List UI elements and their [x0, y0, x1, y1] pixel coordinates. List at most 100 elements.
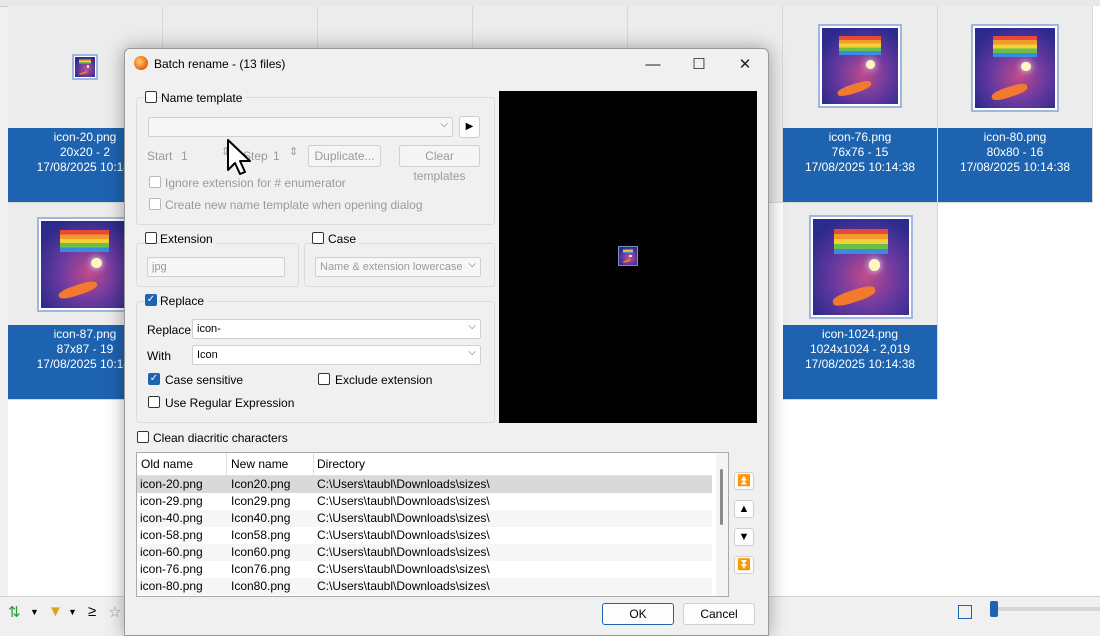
dialog-title: Batch rename - (13 files) — [154, 57, 286, 71]
extension-label: Extension — [160, 232, 216, 246]
chevron-down-icon: ⌵ — [440, 119, 448, 130]
start-label: Start — [147, 149, 173, 163]
thumbnail-image — [818, 24, 902, 108]
zoom-slider[interactable] — [990, 607, 1100, 611]
create-new-template-checkbox[interactable] — [149, 198, 161, 210]
replace-field-label: Replace — [147, 323, 192, 337]
exclude-extension-checkbox[interactable] — [318, 373, 330, 385]
chevron-down-icon[interactable]: ▼ — [30, 607, 39, 617]
clear-templates-button[interactable]: Clear templates — [399, 145, 480, 183]
chevron-down-icon: ⌵ — [468, 259, 476, 270]
app-icon — [134, 56, 148, 70]
rename-list[interactable]: Old name New name Directory icon-20.png I… — [136, 452, 729, 597]
thumbnail-icon-80[interactable]: icon-80.png 80x80 - 16 17/08/2025 10:14:38 — [938, 6, 1093, 203]
ignore-extension-label: Ignore extension for # enumerator — [165, 176, 346, 190]
extension-input[interactable]: jpg — [147, 257, 285, 277]
case-checkbox[interactable] — [312, 232, 324, 244]
step-input[interactable]: 1 — [273, 149, 280, 163]
old-name-cell: icon-40.png — [140, 511, 203, 525]
thumbnail-image — [72, 54, 98, 80]
thumbnail-icon-76[interactable]: icon-76.png 76x76 - 15 17/08/2025 10:14:38 — [783, 6, 938, 203]
thumbnail-size-icon[interactable] — [958, 605, 972, 619]
table-row[interactable]: icon-76.png Icon76.png C:\Users\taubl\Down… — [137, 561, 712, 578]
chevron-down-icon: ⌵ — [468, 321, 476, 332]
thumbnail-image — [37, 217, 132, 312]
list-scrollbar[interactable] — [716, 453, 728, 596]
play-icon[interactable]: ▶ — [459, 116, 480, 138]
clean-diacritic-label: Clean diacritic characters — [153, 431, 288, 445]
zoom-slider-thumb[interactable] — [990, 601, 998, 617]
old-name-cell: icon-80.png — [140, 579, 203, 593]
cancel-button[interactable]: Cancel — [683, 603, 755, 625]
filter-icon[interactable]: ▼ — [48, 603, 63, 620]
column-directory[interactable]: Directory — [317, 457, 365, 471]
replace-checkbox[interactable]: ✓ — [145, 294, 157, 306]
greater-equal-icon[interactable]: ≥ — [88, 603, 96, 620]
thumbnail-caption: icon-1024.png 1024x1024 - 2,019 17/08/2025… — [783, 325, 937, 399]
thumbnail-icon-1024[interactable]: icon-1024.png 1024x1024 - 2,019 17/08/2025… — [783, 203, 938, 400]
image-preview — [499, 91, 757, 423]
case-sensitive-label: Case sensitive — [165, 373, 244, 387]
with-input-value: Icon — [197, 349, 218, 361]
name-template-combo[interactable]: ⌵ — [148, 117, 453, 137]
old-name-cell: icon-76.png — [140, 562, 203, 576]
mouse-cursor-icon — [227, 139, 251, 175]
replace-label: Replace — [160, 294, 208, 308]
sort-icon[interactable]: ⇅ — [8, 603, 21, 621]
create-new-template-label: Create new name template when opening di… — [165, 198, 423, 212]
old-name-cell: icon-29.png — [140, 494, 203, 508]
new-name-cell: Icon20.png — [231, 477, 291, 491]
chevron-down-icon[interactable]: ▼ — [68, 607, 77, 617]
ok-button[interactable]: OK — [602, 603, 674, 625]
column-separator[interactable] — [226, 453, 227, 475]
thumbnail-caption: icon-80.png 80x80 - 16 17/08/2025 10:14:38 — [938, 128, 1092, 202]
replace-input[interactable]: icon- ⌵ — [192, 319, 481, 339]
move-down-icon[interactable]: ▼ — [734, 528, 754, 546]
directory-cell: C:\Users\taubl\Downloads\sizes\ — [317, 511, 490, 525]
move-up-icon[interactable]: ▲ — [734, 500, 754, 518]
table-row[interactable]: icon-29.png Icon29.png C:\Users\taubl\Down… — [137, 493, 712, 510]
column-old-name[interactable]: Old name — [141, 457, 193, 471]
table-row[interactable]: icon-80.png Icon80.png C:\Users\taubl\Down… — [137, 578, 712, 595]
case-select-value: Name & extension lowercase — [320, 261, 463, 273]
name-template-checkbox[interactable] — [145, 91, 157, 103]
preview-image — [618, 246, 638, 266]
table-row[interactable]: icon-60.png Icon60.png C:\Users\taubl\Down… — [137, 544, 712, 561]
column-new-name[interactable]: New name — [231, 457, 288, 471]
maximize-icon[interactable]: ☐ — [676, 49, 722, 80]
old-name-cell: icon-20.png — [140, 477, 203, 491]
thumbnail-caption: icon-76.png 76x76 - 15 17/08/2025 10:14:38 — [783, 128, 937, 202]
step-spinner[interactable]: ⇕ — [289, 145, 298, 158]
case-label: Case — [328, 232, 360, 246]
clean-diacritic-checkbox[interactable] — [137, 431, 149, 443]
new-name-cell: Icon58.png — [231, 528, 291, 542]
scrollbar-thumb[interactable] — [720, 469, 723, 525]
duplicate-button[interactable]: Duplicate... — [308, 145, 381, 167]
directory-cell: C:\Users\taubl\Downloads\sizes\ — [317, 579, 490, 593]
minimize-icon[interactable]: — — [630, 49, 676, 80]
title-bar: Batch rename - (13 files) — ☐ ✕ — [125, 49, 768, 80]
start-input[interactable]: 1 — [181, 149, 188, 163]
exclude-extension-label: Exclude extension — [335, 373, 433, 387]
use-regex-checkbox[interactable] — [148, 396, 160, 408]
name-template-label: Name template — [161, 91, 246, 105]
old-name-cell: icon-60.png — [140, 545, 203, 559]
column-separator[interactable] — [313, 453, 314, 475]
move-bottom-icon[interactable]: ⏬ — [734, 556, 754, 574]
directory-cell: C:\Users\taubl\Downloads\sizes\ — [317, 545, 490, 559]
move-top-icon[interactable]: ⏫ — [734, 472, 754, 490]
new-name-cell: Icon29.png — [231, 494, 291, 508]
extension-checkbox[interactable] — [145, 232, 157, 244]
with-field-label: With — [147, 349, 171, 363]
case-select[interactable]: Name & extension lowercase ⌵ — [315, 257, 481, 277]
replace-input-value: icon- — [197, 323, 221, 335]
use-regex-label: Use Regular Expression — [165, 396, 295, 410]
table-row[interactable]: icon-20.png Icon20.png C:\Users\taubl\Down… — [137, 476, 712, 493]
table-row[interactable]: icon-40.png Icon40.png C:\Users\taubl\Down… — [137, 510, 712, 527]
star-icon[interactable]: ☆ — [108, 603, 121, 621]
table-row[interactable]: icon-58.png Icon58.png C:\Users\taubl\Down… — [137, 527, 712, 544]
case-sensitive-checkbox[interactable]: ✓ — [148, 373, 160, 385]
close-icon[interactable]: ✕ — [722, 49, 768, 80]
ignore-extension-checkbox[interactable] — [149, 176, 161, 188]
with-input[interactable]: Icon ⌵ — [192, 345, 481, 365]
